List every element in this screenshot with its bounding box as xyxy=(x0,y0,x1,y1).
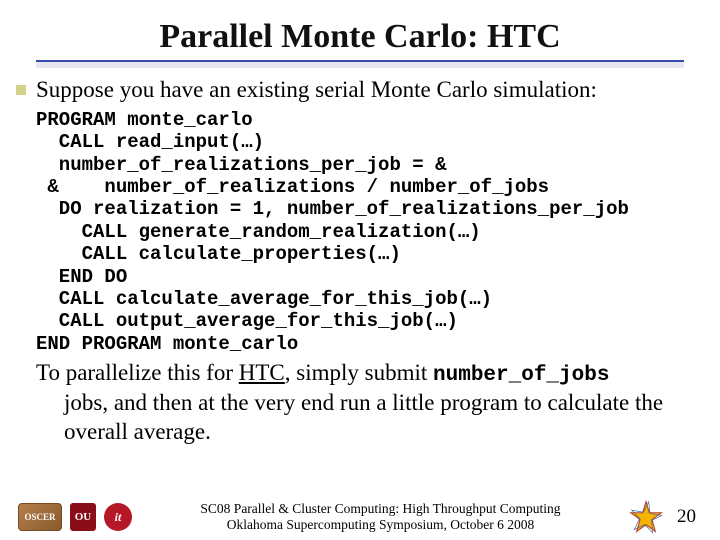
slide-title: Parallel Monte Carlo: HTC xyxy=(36,18,684,56)
it-logo-icon: it xyxy=(104,503,132,531)
outro-mid: , simply submit xyxy=(285,360,433,385)
outro-pre: To parallelize this for xyxy=(36,360,239,385)
title-underline xyxy=(36,60,684,68)
ou-logo-icon: OU xyxy=(70,503,96,531)
slide: Parallel Monte Carlo: HTC Suppose you ha… xyxy=(0,0,720,540)
footer: OSCER OU it SC08 Parallel & Cluster Comp… xyxy=(0,500,720,534)
code-block: PROGRAM monte_carlo CALL read_input(…) n… xyxy=(36,109,684,355)
intro-row: Suppose you have an existing serial Mont… xyxy=(16,76,684,105)
outro-mono: number_of_jobs xyxy=(433,364,609,387)
intro-text: Suppose you have an existing serial Mont… xyxy=(36,76,597,105)
outro-tail: jobs, and then at the very end run a lit… xyxy=(36,389,684,447)
star-logo-icon xyxy=(629,500,663,534)
outro-text: To parallelize this for HTC, simply subm… xyxy=(36,359,684,447)
bullet-icon xyxy=(16,85,26,95)
footer-logos-left: OSCER OU it xyxy=(18,503,132,531)
footer-text: SC08 Parallel & Cluster Computing: High … xyxy=(132,501,629,533)
outro-htc: HTC xyxy=(239,360,285,385)
footer-right: 20 xyxy=(629,500,696,534)
page-number: 20 xyxy=(677,506,696,528)
footer-line-1: SC08 Parallel & Cluster Computing: High … xyxy=(138,501,623,517)
oscer-logo-icon: OSCER xyxy=(18,503,62,531)
footer-line-2: Oklahoma Supercomputing Symposium, Octob… xyxy=(138,517,623,533)
